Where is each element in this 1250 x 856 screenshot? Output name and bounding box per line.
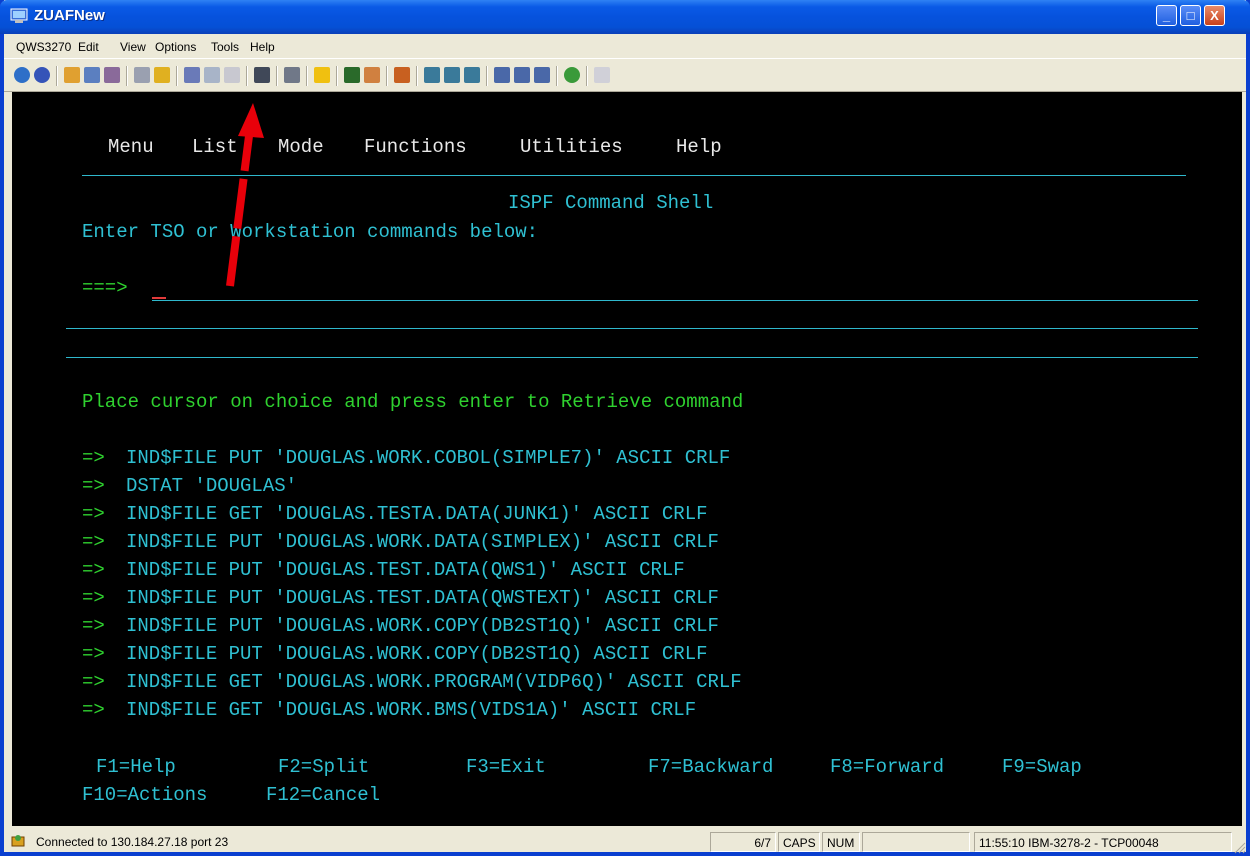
globe-icon[interactable] [564,67,580,83]
menu-qws3270[interactable]: QWS3270 [16,40,71,54]
history-marker[interactable]: => [82,615,105,637]
spellcheck-icon[interactable] [594,67,610,83]
action-bar-divider [82,175,1186,176]
history-marker[interactable]: => [82,559,105,581]
clear-icon[interactable] [444,67,460,83]
ispf-menu-menu[interactable]: Menu [108,136,154,158]
capture-icon[interactable] [134,67,150,83]
pa2-icon[interactable] [514,67,530,83]
history-item: IND$FILE PUT 'DOUGLAS.TEST.DATA(QWSTEXT)… [126,587,719,609]
cut-icon[interactable] [184,67,200,83]
fkey-f8-forward[interactable]: F8=Forward [830,756,944,778]
connection-status-icon [11,835,25,847]
display-icon[interactable] [344,67,360,83]
command-input-underline [152,300,1198,301]
ispf-menu-functions[interactable]: Functions [364,136,467,158]
session-info: 11:55:10 IBM-3278-2 - TCP00048 [974,832,1232,852]
panel-title: ISPF Command Shell [508,192,714,214]
fkey-f12-cancel[interactable]: F12=Cancel [266,784,380,806]
history-marker[interactable]: => [82,699,105,721]
fkey-f3-exit[interactable]: F3=Exit [466,756,546,778]
history-item: IND$FILE PUT 'DOUGLAS.WORK.COBOL(SIMPLE7… [126,447,731,469]
history-item: IND$FILE GET 'DOUGLAS.WORK.BMS(VIDS1A)' … [126,699,697,721]
ispf-menu-mode[interactable]: Mode [278,136,324,158]
num-indicator: NUM [822,832,860,852]
terminal-screen[interactable]: Menu List Mode Functions Utilities Help … [12,92,1242,826]
history-item: IND$FILE PUT 'DOUGLAS.WORK.COPY(DB2ST1Q)… [126,615,719,637]
insert-indicator [862,832,970,852]
record-icon[interactable] [104,67,120,83]
enter-icon[interactable] [424,67,440,83]
command-continuation-line-1[interactable] [66,328,1198,329]
disconnect-icon[interactable] [34,67,50,83]
ispf-menu-utilities[interactable]: Utilities [520,136,623,158]
warning-icon[interactable] [314,67,330,83]
fkey-f2-split[interactable]: F2=Split [278,756,369,778]
history-item: DSTAT 'DOUGLAS' [126,475,298,497]
history-marker[interactable]: => [82,503,105,525]
cursor-position: 6/7 [710,832,776,852]
ispf-menu-list[interactable]: List [192,136,238,158]
menu-tools[interactable]: Tools [211,40,239,54]
instruction-text: Enter TSO or Workstation commands below: [82,221,539,243]
home-icon[interactable] [394,67,410,83]
fkey-f10-actions[interactable]: F10=Actions [82,784,207,806]
app-window: ZUAFNew _ □ X QWS3270 Edit View Options … [0,0,1250,856]
terminal-app-icon [10,8,28,23]
command-continuation-line-2[interactable] [66,357,1198,358]
close-button[interactable]: X [1204,5,1225,26]
copy-icon[interactable] [204,67,220,83]
macro-icon[interactable] [284,67,300,83]
tab-icon[interactable] [464,67,480,83]
session-icon[interactable] [64,67,80,83]
history-item: IND$FILE GET 'DOUGLAS.TESTA.DATA(JUNK1)'… [126,503,708,525]
history-marker[interactable]: => [82,531,105,553]
history-item: IND$FILE GET 'DOUGLAS.WORK.PROGRAM(VIDP6… [126,671,742,693]
history-marker[interactable]: => [82,475,105,497]
title-bar[interactable]: ZUAFNew _ □ X [0,0,1250,34]
minimize-button[interactable]: _ [1156,5,1177,26]
fkey-f7-backward[interactable]: F7=Backward [648,756,773,778]
menu-help[interactable]: Help [250,40,275,54]
menu-bar: QWS3270 Edit View Options Tools Help [4,34,1246,58]
history-marker[interactable]: => [82,643,105,665]
maximize-button[interactable]: □ [1180,5,1201,26]
text-cursor [152,297,166,299]
pen-icon[interactable] [364,67,380,83]
history-item: IND$FILE PUT 'DOUGLAS.WORK.COPY(DB2ST1Q)… [126,643,708,665]
menu-edit[interactable]: Edit [78,40,99,54]
pa1-icon[interactable] [494,67,510,83]
caps-indicator: CAPS [778,832,820,852]
ispf-menu-help[interactable]: Help [676,136,722,158]
menu-options[interactable]: Options [155,40,196,54]
toolbar [4,58,1246,92]
connection-status: Connected to 130.184.27.18 port 23 [36,835,229,849]
pa3-icon[interactable] [534,67,550,83]
paste-icon[interactable] [224,67,240,83]
resize-grip-icon[interactable] [1234,842,1246,854]
keyboard-icon[interactable] [254,67,270,83]
screen-icon[interactable] [84,67,100,83]
history-marker[interactable]: => [82,671,105,693]
retrieve-hint: Place cursor on choice and press enter t… [82,391,744,413]
command-prompt: ===> [82,277,128,299]
status-bar: Connected to 130.184.27.18 port 23 6/7 C… [4,830,1246,856]
file-transfer-icon[interactable] [154,67,170,83]
history-item: IND$FILE PUT 'DOUGLAS.WORK.DATA(SIMPLEX)… [126,531,719,553]
menu-view[interactable]: View [120,40,146,54]
fkey-f9-swap[interactable]: F9=Swap [1002,756,1082,778]
history-marker[interactable]: => [82,447,105,469]
history-marker[interactable]: => [82,587,105,609]
fkey-f1-help[interactable]: F1=Help [96,756,176,778]
history-item: IND$FILE PUT 'DOUGLAS.TEST.DATA(QWS1)' A… [126,559,685,581]
window-title: ZUAFNew [34,7,105,24]
connect-icon[interactable] [14,67,30,83]
